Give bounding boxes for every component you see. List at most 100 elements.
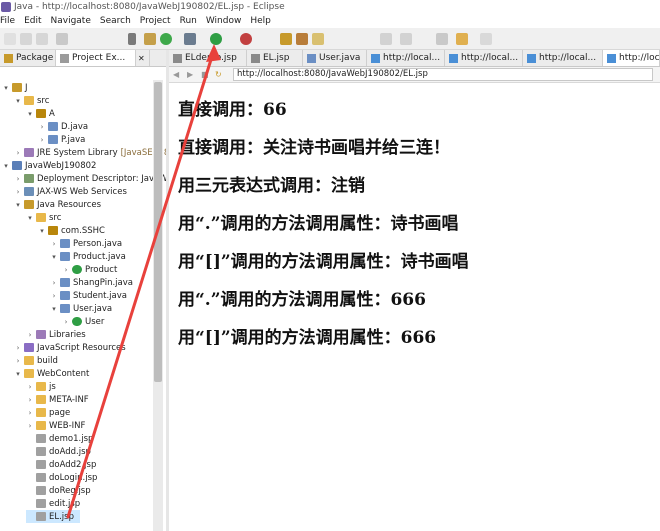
expand-arrow-icon[interactable]: ▾: [26, 110, 34, 118]
tree-item[interactable]: ›JRE System Library[JavaSE-1.8]: [14, 146, 166, 159]
tree-item[interactable]: › JAX-WS Web Services: [14, 185, 127, 198]
expand-arrow-icon[interactable]: ›: [14, 175, 22, 183]
tree-item[interactable]: doLogin.jsp: [26, 471, 97, 484]
close-tab-button[interactable]: ✕: [136, 50, 150, 66]
open-type-icon[interactable]: [280, 33, 292, 45]
tree-item[interactable]: ▾ User.java: [50, 302, 112, 315]
tree-item[interactable]: ▾ J: [2, 81, 27, 94]
tab-project-explorer[interactable]: Project Ex...: [56, 50, 136, 66]
scrollbar-thumb[interactable]: [154, 82, 162, 382]
tree-item[interactable]: ▾ A: [26, 107, 55, 120]
forward-icon[interactable]: [480, 33, 492, 45]
expand-arrow-icon[interactable]: ▾: [2, 84, 10, 92]
expand-arrow-icon[interactable]: ▾: [50, 305, 58, 313]
editor-tab[interactable]: http://local...: [367, 50, 445, 66]
tree-item[interactable]: › page: [26, 406, 71, 419]
tree-item[interactable]: › Libraries: [26, 328, 86, 341]
refresh-icon[interactable]: ↻: [215, 70, 225, 80]
tree-item[interactable]: doAdd2.jsp: [26, 458, 96, 471]
tree-item[interactable]: › js: [26, 380, 56, 393]
tree-item[interactable]: › User: [62, 315, 105, 328]
tree-item[interactable]: › Product: [62, 263, 118, 276]
toggle-mark-icon[interactable]: [380, 33, 392, 45]
tree-item[interactable]: › WEB-INF: [26, 419, 86, 432]
run-icon[interactable]: [210, 33, 222, 45]
expand-arrow-icon[interactable]: ›: [26, 383, 34, 391]
stop-icon[interactable]: ■: [201, 70, 211, 80]
tree-scrollbar[interactable]: [153, 80, 163, 531]
expand-arrow-icon[interactable]: ▾: [50, 253, 58, 261]
expand-arrow-icon[interactable]: ▾: [14, 370, 22, 378]
expand-arrow-icon[interactable]: ›: [38, 136, 46, 144]
tree-item[interactable]: ▾ Java Resources: [14, 198, 101, 211]
tree-item[interactable]: › D.java: [38, 120, 88, 133]
expand-arrow-icon[interactable]: ›: [26, 409, 34, 417]
menu-edit[interactable]: Edit: [24, 16, 41, 26]
tree-item[interactable]: ▾ com.SSHC: [38, 224, 105, 237]
editor-tab[interactable]: http://local...: [523, 50, 603, 66]
expand-arrow-icon[interactable]: ›: [26, 331, 34, 339]
editor-tab[interactable]: EL.jsp: [247, 50, 303, 66]
expand-arrow-icon[interactable]: ▾: [14, 201, 22, 209]
open-task-icon[interactable]: [296, 33, 308, 45]
menu-search[interactable]: Search: [100, 16, 131, 26]
editor-tab[interactable]: ELdemo.jsp: [169, 50, 247, 66]
back-arrow-icon[interactable]: ◀: [173, 70, 183, 80]
editor-tab[interactable]: http://local...: [445, 50, 523, 66]
tree-item[interactable]: ▾ WebContent: [14, 367, 89, 380]
tree-item[interactable]: › ShangPin.java: [50, 276, 133, 289]
expand-arrow-icon[interactable]: ›: [50, 292, 58, 300]
save-icon[interactable]: [20, 33, 32, 45]
expand-arrow-icon[interactable]: ▾: [2, 162, 10, 170]
tab-package-explorer[interactable]: Package ...: [0, 50, 56, 66]
new-server-icon[interactable]: [160, 33, 172, 45]
expand-arrow-icon[interactable]: ›: [14, 344, 22, 352]
tree-item[interactable]: ▾ src: [14, 94, 49, 107]
tree-item[interactable]: › Person.java: [50, 237, 122, 250]
expand-arrow-icon[interactable]: ›: [14, 188, 22, 196]
tree-item[interactable]: ▾ Product.java: [50, 250, 126, 263]
external-tools-icon[interactable]: [240, 33, 252, 45]
expand-arrow-icon[interactable]: ›: [38, 123, 46, 131]
menu-help[interactable]: Help: [250, 16, 271, 26]
forward-arrow-icon[interactable]: ▶: [187, 70, 197, 80]
build-icon[interactable]: [128, 33, 136, 45]
menu-window[interactable]: Window: [206, 16, 242, 26]
tree-item[interactable]: › build: [14, 354, 58, 367]
expand-arrow-icon[interactable]: ▾: [14, 97, 22, 105]
expand-arrow-icon[interactable]: ›: [62, 318, 70, 326]
back-icon[interactable]: [456, 33, 468, 45]
tree-item[interactable]: EL.jsp: [26, 510, 80, 523]
tree-item[interactable]: › P.java: [38, 133, 86, 146]
expand-arrow-icon[interactable]: ›: [62, 266, 70, 274]
menu-navigate[interactable]: Navigate: [51, 16, 91, 26]
tree-item[interactable]: › Deployment Descriptor: JavaW: [14, 172, 166, 185]
expand-arrow-icon[interactable]: ›: [50, 240, 58, 248]
last-edit-icon[interactable]: [436, 33, 448, 45]
expand-arrow-icon[interactable]: ▾: [26, 214, 34, 222]
expand-arrow-icon[interactable]: ▾: [38, 227, 46, 235]
next-annotation-icon[interactable]: [400, 33, 412, 45]
menu-project[interactable]: Project: [140, 16, 171, 26]
menu-run[interactable]: Run: [180, 16, 197, 26]
tree-item[interactable]: ▾ src: [26, 211, 61, 224]
tree-item[interactable]: › JavaScript Resources: [14, 341, 126, 354]
tree-item[interactable]: › Student.java: [50, 289, 127, 302]
save-all-icon[interactable]: [36, 33, 48, 45]
server-icon[interactable]: [144, 33, 156, 45]
expand-arrow-icon[interactable]: ›: [26, 422, 34, 430]
url-input[interactable]: http://localhost:8080/JavaWebJ190802/EL.…: [233, 68, 653, 81]
expand-arrow-icon[interactable]: ›: [14, 357, 22, 365]
tree-item[interactable]: demo1.jsp: [26, 432, 93, 445]
tree-item[interactable]: doReg.jsp: [26, 484, 91, 497]
tree-item[interactable]: doAdd.jsp: [26, 445, 91, 458]
editor-tab[interactable]: User.java: [303, 50, 367, 66]
expand-arrow-icon[interactable]: ›: [14, 149, 22, 157]
editor-tab[interactable]: http://local...: [603, 50, 660, 66]
search-icon[interactable]: [312, 33, 324, 45]
print-icon[interactable]: [56, 33, 68, 45]
expand-arrow-icon[interactable]: ›: [26, 396, 34, 404]
new-icon[interactable]: [4, 33, 16, 45]
menu-file[interactable]: File: [0, 16, 15, 26]
tree-item[interactable]: › META-INF: [26, 393, 89, 406]
